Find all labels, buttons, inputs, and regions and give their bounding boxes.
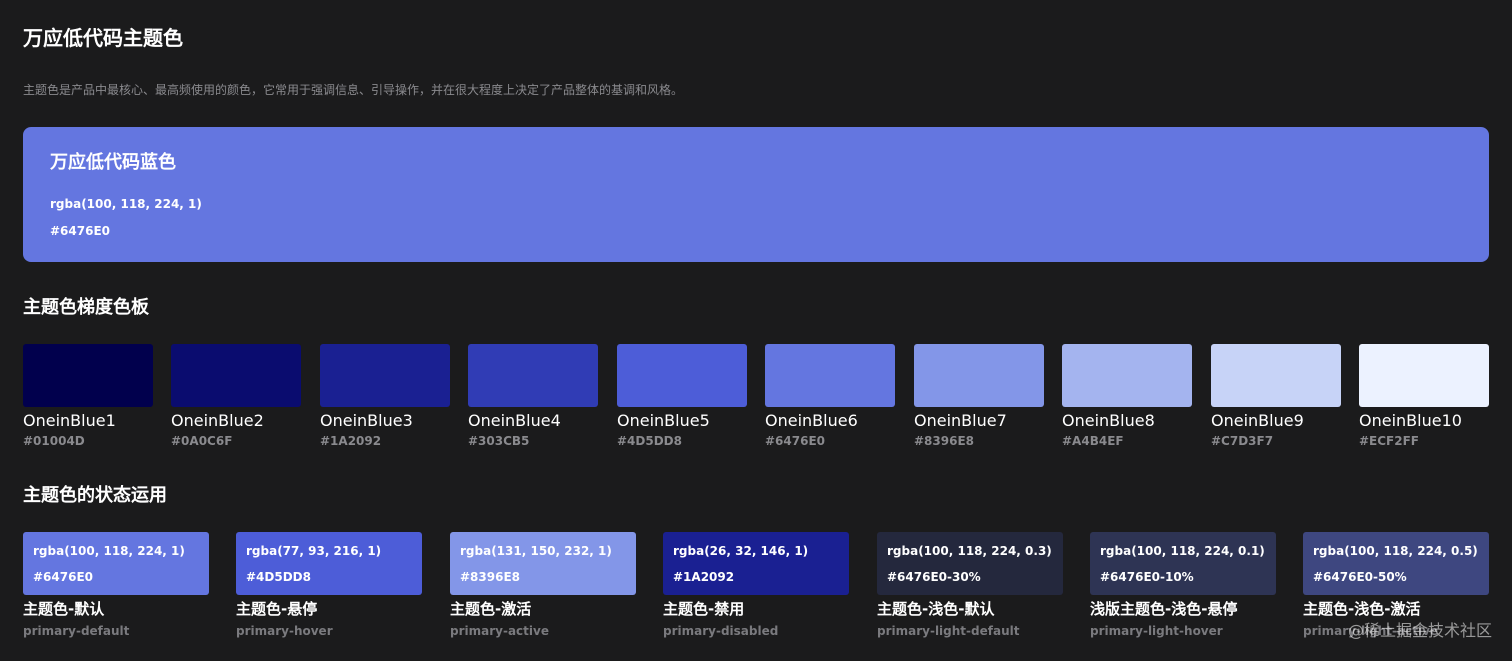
- state-rgba: rgba(26, 32, 146, 1): [673, 544, 809, 558]
- state-item: rgba(131, 150, 232, 1) #8396E8 主题色-激活 pr…: [450, 532, 636, 638]
- state-key: primary-hover: [236, 624, 333, 638]
- state-hex: #6476E0: [33, 570, 93, 584]
- palette-item: OneinBlue8 #A4B4EF: [1062, 344, 1192, 448]
- state-name: 主题色-浅色-激活: [1303, 600, 1421, 618]
- state-rgba: rgba(77, 93, 216, 1): [246, 544, 382, 558]
- palette-swatch: [171, 344, 301, 407]
- primary-color-title: 万应低代码蓝色: [50, 152, 176, 173]
- palette-swatch: [617, 344, 747, 407]
- state-rgba: rgba(100, 118, 224, 1): [33, 544, 185, 558]
- palette-item: OneinBlue6 #6476E0: [765, 344, 895, 448]
- palette-name: OneinBlue3: [320, 411, 413, 430]
- palette-swatch: [914, 344, 1044, 407]
- state-name: 主题色-禁用: [663, 600, 745, 618]
- state-key: primary-active: [450, 624, 549, 638]
- state-name: 主题色-激活: [450, 600, 532, 618]
- palette-hex: #4D5DD8: [617, 434, 682, 448]
- palette-item: OneinBlue4 #303CB5: [468, 344, 598, 448]
- palette-hex: #A4B4EF: [1062, 434, 1124, 448]
- palette-section-title: 主题色梯度色板: [23, 297, 149, 318]
- state-rgba: rgba(100, 118, 224, 0.5): [1313, 544, 1478, 558]
- palette-hex: #0A0C6F: [171, 434, 233, 448]
- state-rgba: rgba(100, 118, 224, 0.3): [887, 544, 1052, 558]
- state-swatch: rgba(131, 150, 232, 1) #8396E8: [450, 532, 636, 595]
- state-hex: #6476E0-30%: [887, 570, 981, 584]
- palette-item: OneinBlue2 #0A0C6F: [171, 344, 301, 448]
- state-swatch: rgba(77, 93, 216, 1) #4D5DD8: [236, 532, 422, 595]
- primary-color-hex: #6476E0: [50, 224, 110, 238]
- palette-name: OneinBlue4: [468, 411, 561, 430]
- page-description: 主题色是产品中最核心、最高频使用的颜色，它常用于强调信息、引导操作，并在很大程度…: [23, 83, 684, 97]
- palette-item: OneinBlue3 #1A2092: [320, 344, 450, 448]
- primary-color-rgba: rgba(100, 118, 224, 1): [50, 197, 202, 211]
- palette-swatch: [765, 344, 895, 407]
- state-hex: #6476E0-50%: [1313, 570, 1407, 584]
- palette-name: OneinBlue9: [1211, 411, 1304, 430]
- palette-item: OneinBlue9 #C7D3F7: [1211, 344, 1341, 448]
- watermark: @稀土掘金技术社区: [1347, 621, 1492, 640]
- state-name: 主题色-默认: [23, 600, 105, 618]
- state-item: rgba(100, 118, 224, 0.1) #6476E0-10% 浅版主…: [1090, 532, 1276, 638]
- palette-hex: #01004D: [23, 434, 85, 448]
- palette-item: OneinBlue7 #8396E8: [914, 344, 1044, 448]
- state-swatch: rgba(100, 118, 224, 0.3) #6476E0-30%: [877, 532, 1063, 595]
- palette-name: OneinBlue10: [1359, 411, 1462, 430]
- state-usage-list: rgba(100, 118, 224, 1) #6476E0 主题色-默认 pr…: [23, 532, 1489, 652]
- state-key: primary-light-hover: [1090, 624, 1223, 638]
- state-hex: #4D5DD8: [246, 570, 311, 584]
- palette-hex: #303CB5: [468, 434, 530, 448]
- state-item: rgba(26, 32, 146, 1) #1A2092 主题色-禁用 prim…: [663, 532, 849, 638]
- state-swatch: rgba(26, 32, 146, 1) #1A2092: [663, 532, 849, 595]
- state-item: rgba(77, 93, 216, 1) #4D5DD8 主题色-悬停 prim…: [236, 532, 422, 638]
- state-name: 主题色-浅色-默认: [877, 600, 995, 618]
- palette-swatch: [1359, 344, 1489, 407]
- palette-name: OneinBlue6: [765, 411, 858, 430]
- palette-item: OneinBlue10 #ECF2FF: [1359, 344, 1489, 448]
- state-item: rgba(100, 118, 224, 1) #6476E0 主题色-默认 pr…: [23, 532, 209, 638]
- state-item: rgba(100, 118, 224, 0.3) #6476E0-30% 主题色…: [877, 532, 1063, 638]
- palette-hex: #1A2092: [320, 434, 382, 448]
- palette-swatch: [1211, 344, 1341, 407]
- palette-name: OneinBlue1: [23, 411, 116, 430]
- palette-swatch: [23, 344, 153, 407]
- palette-name: OneinBlue5: [617, 411, 710, 430]
- state-key: primary-light-default: [877, 624, 1020, 638]
- palette-hex: #ECF2FF: [1359, 434, 1419, 448]
- state-key: primary-default: [23, 624, 130, 638]
- palette-name: OneinBlue8: [1062, 411, 1155, 430]
- state-swatch: rgba(100, 118, 224, 0.5) #6476E0-50%: [1303, 532, 1489, 595]
- states-section-title: 主题色的状态运用: [23, 485, 167, 506]
- state-hex: #1A2092: [673, 570, 735, 584]
- state-rgba: rgba(100, 118, 224, 0.1): [1100, 544, 1265, 558]
- page-title: 万应低代码主题色: [23, 26, 183, 50]
- palette-swatch: [468, 344, 598, 407]
- palette-item: OneinBlue5 #4D5DD8: [617, 344, 747, 448]
- palette-swatch: [1062, 344, 1192, 407]
- state-name: 主题色-悬停: [236, 600, 318, 618]
- palette-item: OneinBlue1 #01004D: [23, 344, 153, 448]
- palette-hex: #C7D3F7: [1211, 434, 1274, 448]
- palette-swatch: [320, 344, 450, 407]
- palette-name: OneinBlue2: [171, 411, 264, 430]
- palette-name: OneinBlue7: [914, 411, 1007, 430]
- primary-color-card: 万应低代码蓝色 rgba(100, 118, 224, 1) #6476E0: [23, 127, 1489, 262]
- state-swatch: rgba(100, 118, 224, 0.1) #6476E0-10%: [1090, 532, 1276, 595]
- state-swatch: rgba(100, 118, 224, 1) #6476E0: [23, 532, 209, 595]
- gradient-palette: OneinBlue1 #01004D OneinBlue2 #0A0C6F On…: [23, 344, 1489, 454]
- state-name: 浅版主题色-浅色-悬停: [1090, 600, 1238, 618]
- state-key: primary-disabled: [663, 624, 779, 638]
- state-hex: #6476E0-10%: [1100, 570, 1194, 584]
- state-rgba: rgba(131, 150, 232, 1): [460, 544, 612, 558]
- palette-hex: #8396E8: [914, 434, 974, 448]
- palette-hex: #6476E0: [765, 434, 825, 448]
- state-hex: #8396E8: [460, 570, 520, 584]
